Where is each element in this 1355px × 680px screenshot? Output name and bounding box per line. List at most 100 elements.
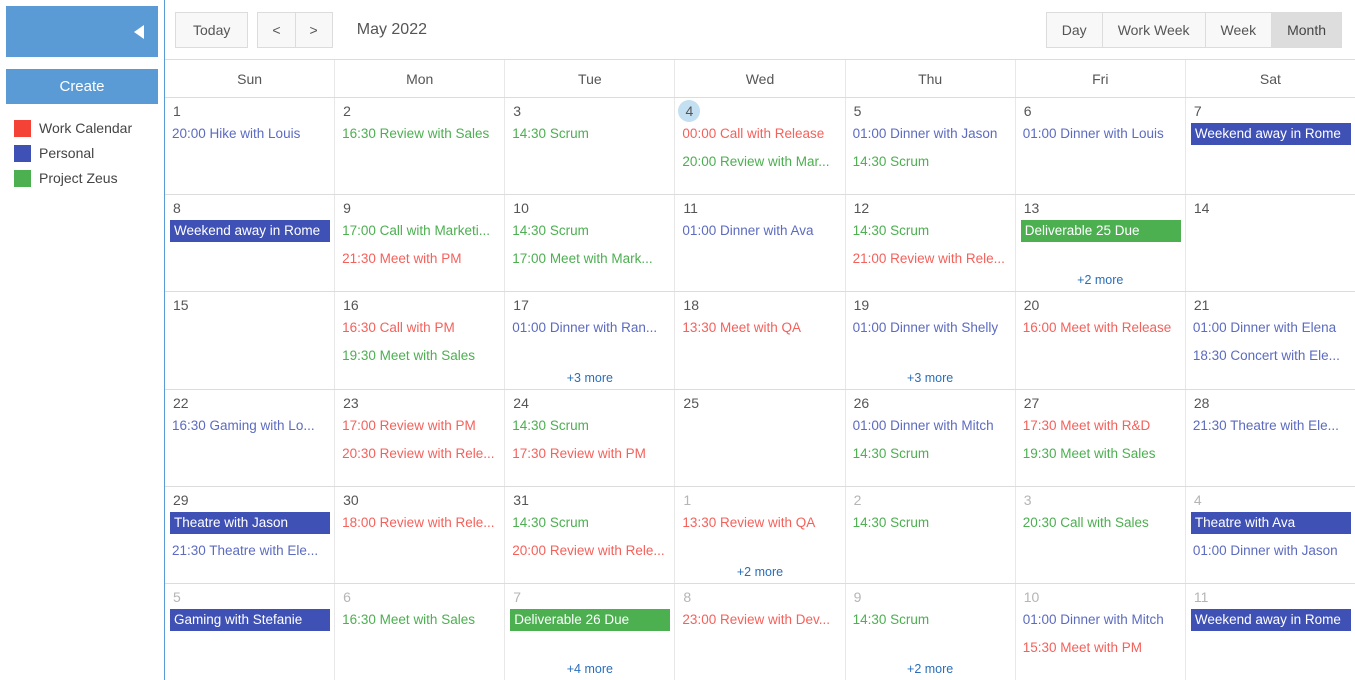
all-day-event[interactable]: Deliverable 26 Due [510,608,671,631]
timed-event[interactable]: 20:00 Hike with Louis [170,123,330,145]
timed-event[interactable]: 21:30 Meet with PM [340,248,500,270]
all-day-event[interactable]: Weekend away in Rome [1190,608,1351,631]
day-cell[interactable]: 21 01:00 Dinner with Elena 18:30 Concert w… [1186,292,1355,388]
timed-event[interactable]: 16:30 Meet with Sales [340,609,500,631]
day-cell[interactable]: 18 13:30 Meet with QA [675,292,846,389]
day-cell[interactable]: 13 Deliverable 25 Due +2 more [1016,195,1186,292]
all-day-event[interactable]: Theatre with Ava [1190,511,1351,534]
timed-event[interactable]: 21:30 Theatre with Ele... [170,540,330,562]
day-cell[interactable]: 1 20:00 Hike with Louis [165,98,336,195]
timed-event[interactable]: 01:00 Dinner with Elena [1191,317,1351,339]
day-cell[interactable]: 9 14:30 Scrum +2 more [846,583,1016,680]
day-cell[interactable]: 2 14:30 Scrum [846,486,1016,583]
day-cell[interactable]: 9 17:00 Call with Marketi... 21:30 Meet wi… [335,195,506,292]
day-cell[interactable]: 20 16:00 Meet with Release [1016,292,1186,389]
timed-event[interactable]: 14:30 Scrum [851,512,1011,534]
timed-event[interactable]: 20:00 Review with Mar... [680,151,840,173]
day-cell[interactable]: 29 Theatre with Jason 21:30 Theatre with E… [165,486,336,583]
more-events-link[interactable]: +4 more [505,662,674,680]
timed-event[interactable]: 18:30 Concert with Ele... [1191,345,1351,367]
more-events-link[interactable]: +3 more [846,371,1015,389]
timed-event[interactable]: 00:00 Call with Release [680,123,840,145]
day-cell[interactable]: 7 Weekend away in Rome [1186,98,1355,194]
day-cell[interactable]: 3 14:30 Scrum [505,98,676,195]
timed-event[interactable]: 01:00 Dinner with Ava [680,220,840,242]
timed-event[interactable]: 14:30 Scrum [510,220,670,242]
day-cell[interactable]: 26 01:00 Dinner with Mitch 14:30 Scrum [846,389,1016,486]
timed-event[interactable]: 14:30 Scrum [510,512,670,534]
day-cell[interactable]: 12 14:30 Scrum 21:00 Review with Rele... [846,195,1016,292]
all-day-event[interactable]: Deliverable 25 Due [1020,220,1181,243]
timed-event[interactable]: 17:30 Review with PM [510,443,670,465]
day-cell[interactable]: 25 [675,389,846,486]
day-cell[interactable]: 27 17:30 Meet with R&D 19:30 Meet with Sal… [1016,389,1186,486]
timed-event[interactable]: 23:00 Review with Dev... [680,609,840,631]
timed-event[interactable]: 14:30 Scrum [851,220,1011,242]
view-button-day[interactable]: Day [1045,11,1103,48]
timed-event[interactable]: 01:00 Dinner with Jason [851,123,1011,145]
timed-event[interactable]: 01:00 Dinner with Mitch [1021,609,1181,631]
day-cell[interactable]: 24 14:30 Scrum 17:30 Review with PM [505,389,676,486]
day-cell[interactable]: 17 01:00 Dinner with Ran... +3 more [505,292,676,389]
timed-event[interactable]: 20:30 Review with Rele... [340,443,500,465]
view-button-month[interactable]: Month [1271,11,1342,48]
more-events-link[interactable]: +2 more [1016,273,1185,291]
create-button[interactable]: Create [6,69,158,104]
day-cell[interactable]: 7 Deliverable 26 Due +4 more [505,583,676,680]
all-day-event[interactable]: Weekend away in Rome [170,220,331,243]
timed-event[interactable]: 17:00 Meet with Mark... [510,248,670,270]
timed-event[interactable]: 17:00 Call with Marketi... [340,220,500,242]
day-cell[interactable]: 1 13:30 Review with QA +2 more [675,486,846,583]
day-cell[interactable]: 4 Theatre with Ava 01:00 Dinner with Jason [1186,487,1355,583]
day-cell[interactable]: 11 01:00 Dinner with Ava [675,195,846,292]
timed-event[interactable]: 13:30 Review with QA [680,512,840,534]
timed-event[interactable]: 21:00 Review with Rele... [851,248,1011,270]
timed-event[interactable]: 01:00 Dinner with Ran... [510,317,670,339]
day-cell[interactable]: 8 23:00 Review with Dev... [675,583,846,680]
day-cell[interactable]: 14 [1186,195,1355,291]
day-cell[interactable]: 28 21:30 Theatre with Ele... [1186,390,1355,486]
day-cell[interactable]: 11 Weekend away in Rome [1186,584,1355,680]
day-cell[interactable]: 30 18:00 Review with Rele... [335,486,506,583]
timed-event[interactable]: 01:00 Dinner with Louis [1021,123,1181,145]
day-cell[interactable]: 2 16:30 Review with Sales [335,98,506,195]
timed-event[interactable]: 14:30 Scrum [851,609,1011,631]
timed-event[interactable]: 19:30 Meet with Sales [340,345,500,367]
timed-event[interactable]: 16:30 Review with Sales [340,123,500,145]
day-cell[interactable]: 6 01:00 Dinner with Louis [1016,98,1186,195]
timed-event[interactable]: 17:00 Review with PM [340,415,500,437]
timed-event[interactable]: 14:30 Scrum [851,443,1011,465]
timed-event[interactable]: 01:00 Dinner with Jason [1191,540,1351,562]
day-cell[interactable]: 10 14:30 Scrum 17:00 Meet with Mark... [505,195,676,292]
legend-item[interactable]: Project Zeus [14,168,164,188]
timed-event[interactable]: 01:00 Dinner with Mitch [851,415,1011,437]
view-button-work-week[interactable]: Work Week [1101,11,1206,48]
prev-button[interactable]: < [257,11,296,48]
timed-event[interactable]: 20:30 Call with Sales [1021,512,1181,534]
all-day-event[interactable]: Gaming with Stefanie [170,608,331,631]
more-events-link[interactable]: +2 more [846,662,1015,680]
day-cell[interactable]: 5 Gaming with Stefanie [165,583,336,680]
timed-event[interactable]: 01:00 Dinner with Shelly [851,317,1011,339]
timed-event[interactable]: 14:30 Scrum [510,415,670,437]
timed-event[interactable]: 21:30 Theatre with Ele... [1191,415,1351,437]
timed-event[interactable]: 16:30 Gaming with Lo... [170,415,330,437]
timed-event[interactable]: 16:00 Meet with Release [1021,317,1181,339]
day-cell[interactable]: 8 Weekend away in Rome [165,195,336,292]
day-cell[interactable]: 3 20:30 Call with Sales [1016,486,1186,583]
day-cell[interactable]: 4 00:00 Call with Release 20:00 Review wit… [675,98,846,195]
all-day-event[interactable]: Theatre with Jason [170,511,331,534]
next-button[interactable]: > [294,11,333,48]
day-cell[interactable]: 23 17:00 Review with PM 20:30 Review with … [335,389,506,486]
day-cell[interactable]: 5 01:00 Dinner with Jason 14:30 Scrum [846,98,1016,195]
timed-event[interactable]: 20:00 Review with Rele... [510,540,670,562]
day-cell[interactable]: 10 01:00 Dinner with Mitch 15:30 Meet with… [1016,583,1186,680]
more-events-link[interactable]: +3 more [505,371,674,389]
caret-left-icon[interactable] [134,24,144,39]
timed-event[interactable]: 18:00 Review with Rele... [340,512,500,534]
day-cell[interactable]: 15 [165,292,336,389]
more-events-link[interactable]: +2 more [675,565,844,583]
timed-event[interactable]: 14:30 Scrum [510,123,670,145]
timed-event[interactable]: 15:30 Meet with PM [1021,637,1181,659]
timed-event[interactable]: 14:30 Scrum [851,151,1011,173]
